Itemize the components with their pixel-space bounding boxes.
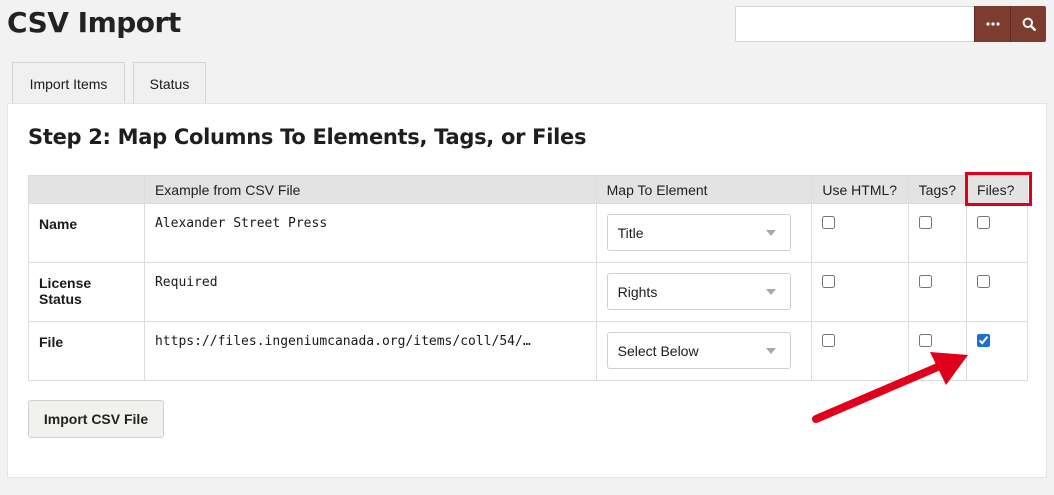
chevron-down-icon [765,288,776,295]
search-button[interactable] [1010,6,1046,42]
search-icon [1022,17,1036,31]
map-element-select[interactable]: Select Below [606,332,791,369]
use-html-checkbox[interactable] [822,334,836,347]
example-value: https://files.ingeniumcanada.org/items/c… [143,321,597,381]
column-mapping-table: Example from CSV File Map To Element Use… [28,175,1028,381]
header-files: Files? [966,175,1028,204]
table-row: License Status Required Rights [28,262,1028,322]
page-title: CSV Import [7,6,181,39]
use-html-checkbox[interactable] [822,216,836,229]
tab-label: Status [149,75,190,92]
column-name: File [28,321,145,381]
table-row: File https://files.ingeniumcanada.org/it… [28,321,1028,381]
chevron-down-icon [765,347,776,354]
column-name: Name [28,203,145,263]
header-example: Example from CSV File [143,175,597,204]
import-panel: Step 2: Map Columns To Elements, Tags, o… [7,103,1047,478]
files-checkbox[interactable] [977,216,991,229]
header-map-to-element: Map To Element [595,175,813,204]
select-value: Select Below [617,342,699,359]
example-value: Required [143,262,597,322]
header-tags: Tags? [907,175,968,204]
header-use-html: Use HTML? [811,175,909,204]
select-value: Rights [617,283,658,300]
import-csv-button[interactable]: Import CSV File [28,400,164,438]
example-value: Alexander Street Press [143,203,597,263]
table-row: Name Alexander Street Press Title [28,203,1028,263]
use-html-checkbox[interactable] [822,275,836,288]
column-name: License Status [28,262,145,322]
ellipsis-icon [985,22,1000,26]
step-title: Step 2: Map Columns To Elements, Tags, o… [28,125,587,149]
tab-import-items[interactable]: Import Items [12,62,125,104]
tab-status[interactable]: Status [133,62,206,104]
tags-checkbox[interactable] [918,275,932,288]
search-input[interactable] [735,6,975,42]
tab-label: Import Items [29,75,108,92]
select-value: Title [617,224,644,241]
table-header-row: Example from CSV File Map To Element Use… [28,175,1028,204]
files-checkbox[interactable] [977,334,991,347]
map-element-select[interactable]: Rights [606,273,791,310]
tags-checkbox[interactable] [918,216,932,229]
tags-checkbox[interactable] [918,334,932,347]
search-options-button[interactable] [974,6,1010,42]
chevron-down-icon [765,229,776,236]
map-element-select[interactable]: Title [606,214,791,251]
header-row-name [28,175,145,204]
files-checkbox[interactable] [977,275,991,288]
